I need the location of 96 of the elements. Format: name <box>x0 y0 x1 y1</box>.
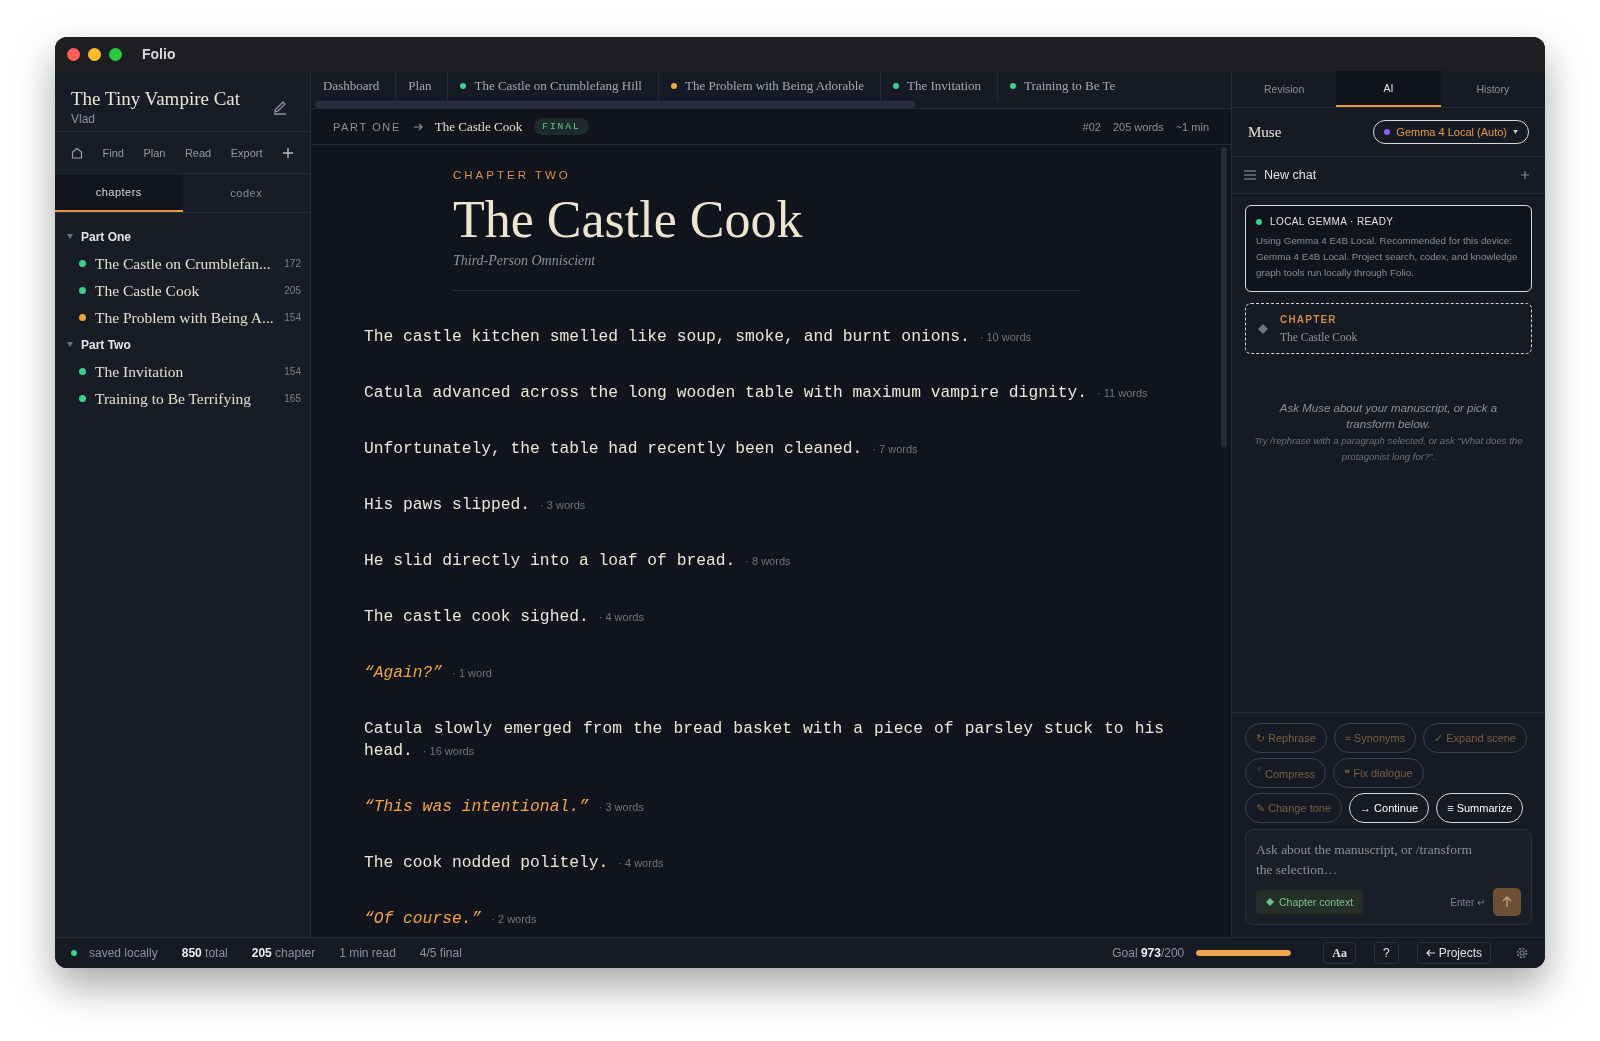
paragraph: Catula advanced across the long wooden table with maximum vampire dignity. · 11 words <box>364 382 1149 404</box>
point-of-view: Third-Person Omniscient <box>453 253 597 269</box>
close-button[interactable] <box>67 47 80 61</box>
paragraph: The castle cook sighed. · 4 words <box>364 606 645 628</box>
menu-icon[interactable] <box>1244 170 1256 180</box>
chapter-number: #02 <box>1082 120 1101 133</box>
word-count: 205 words <box>1112 120 1164 133</box>
assistant-name: Muse <box>1248 123 1282 141</box>
empty-hint: Ask Muse about your manuscript, or pick a transform below. <box>1278 401 1499 432</box>
paragraph: He slid directly into a loaf of bread. · 8 words <box>364 550 792 572</box>
reading-time: ~1 min <box>1175 120 1209 133</box>
status-badge: FINAL <box>534 118 589 135</box>
send-button[interactable] <box>1493 888 1521 916</box>
breadcrumb-part[interactable]: PART ONE <box>333 120 401 133</box>
tab-label: The Invitation <box>907 78 982 94</box>
window-title: Folio <box>142 46 176 62</box>
context-value: The Castle Cook <box>1280 331 1358 343</box>
breadcrumb-chapter: The Castle Cook <box>434 118 523 135</box>
diamond-icon <box>1258 323 1268 334</box>
help-button[interactable]: ? <box>1373 942 1399 964</box>
chapter-title: The Invitation <box>95 362 185 381</box>
chapter-title: The Castle Cook <box>95 281 201 300</box>
projects-button[interactable]: Projects <box>1416 942 1491 964</box>
stat-text: 850 total <box>181 946 228 960</box>
diamond-icon <box>1266 898 1274 906</box>
paragraph: His paws slipped. · 3 words <box>364 494 587 516</box>
caret-icon[interactable] <box>67 234 73 239</box>
panel-tab[interactable]: History <box>1440 71 1545 107</box>
chapter-item[interactable]: The Invitation 154 <box>55 358 310 385</box>
stat-text: 4/5 final <box>419 946 462 960</box>
word-count: 154 <box>284 366 301 377</box>
add-icon[interactable] <box>1521 171 1529 179</box>
paragraph: “Of course.” · 2 words <box>364 908 538 930</box>
scrollbar-thumb[interactable] <box>315 101 915 108</box>
add-icon[interactable] <box>281 146 294 159</box>
paragraph: “Again?” · 1 word <box>364 662 493 684</box>
minimize-button[interactable] <box>88 47 101 61</box>
paragraph: “This was intentional.” · 3 words <box>364 796 645 818</box>
word-count: 172 <box>284 258 301 269</box>
paragraph: The castle kitchen smelled like soup, smoke, and burnt onions. · 10 words <box>364 326 1033 348</box>
chapter-title: The Problem with Being A... <box>95 308 275 327</box>
chat-title[interactable]: New chat <box>1264 168 1513 182</box>
sidebar-tab[interactable]: chapters <box>55 174 183 212</box>
chapter-item[interactable]: The Castle Cook 205 <box>55 277 310 304</box>
chapter-heading: The Castle Cook <box>453 190 804 250</box>
nav-link[interactable]: Export <box>230 146 263 159</box>
save-status: saved locally <box>89 946 158 960</box>
chapter-label: CHAPTER TWO <box>453 169 572 181</box>
arrow-left-icon <box>1425 948 1436 958</box>
tab-label: The Castle on Crumblefang Hill <box>474 78 642 94</box>
nav-link[interactable]: Read <box>184 146 212 159</box>
caret-icon[interactable] <box>67 342 73 347</box>
paragraph: Unfortunately, the table had recently been cleaned. · 7 words <box>364 438 919 460</box>
tab-label: Dashboard <box>323 78 380 94</box>
word-count: 165 <box>284 393 301 404</box>
caret-icon <box>1513 130 1518 134</box>
chapter-title: Training to Be Terrifying <box>95 389 253 408</box>
arrow-up-icon <box>1501 896 1513 908</box>
tab-label: Training to Be Te <box>1024 78 1116 94</box>
panel-tab[interactable]: Revision <box>1232 71 1337 107</box>
zoom-button[interactable] <box>109 47 122 61</box>
nav-link[interactable]: Find <box>102 146 124 159</box>
status-title: LOCAL GEMMA · READY <box>1270 216 1394 227</box>
stat-text: 205 chapter <box>251 946 316 960</box>
chapter-item[interactable]: The Problem with Being A... 154 <box>55 304 310 331</box>
goal-text: Goal 973/200 <box>1112 946 1185 960</box>
paragraph: The cook nodded politely. · 4 words <box>364 852 665 874</box>
context-label: CHAPTER <box>1280 314 1338 325</box>
chapter-title: The Castle on Crumblefan... <box>95 254 272 273</box>
pencil-icon[interactable] <box>272 99 288 115</box>
settings-icon[interactable] <box>1515 946 1529 960</box>
editor-tab[interactable]: Training to Be Te <box>998 71 1116 101</box>
sidebar-tab[interactable]: codex <box>182 174 310 212</box>
stat-text: 1 min read <box>339 946 396 960</box>
book-title: The Tiny Vampire Cat <box>71 88 241 110</box>
chapter-item[interactable]: Training to Be Terrifying 165 <box>55 385 310 412</box>
chapter-item[interactable]: The Castle on Crumblefan... 172 <box>55 250 310 277</box>
paragraph: Catula slowly emerged from the bread basket with a piece of parsley stuck to his head. · 16 words <box>364 718 1164 762</box>
part-title[interactable]: Part One <box>81 229 131 244</box>
part-title[interactable]: Part Two <box>81 337 131 352</box>
status-text: Using Gemma 4 E4B Local. Recommended for this device: Gemma 4 E4B Local. Project search, codex, and knowledge graph tools run locally through Folio. <box>1256 234 1519 280</box>
author-name: Vlad <box>71 112 97 126</box>
tab-label: Plan <box>408 78 432 94</box>
shortcut-hint: Enter ↵ <box>1450 896 1485 908</box>
word-count: 154 <box>284 312 301 323</box>
nav-link[interactable]: Plan <box>143 146 166 159</box>
panel-tab[interactable]: AI <box>1336 71 1441 107</box>
scrollbar-thumb[interactable] <box>1221 147 1227 447</box>
font-button[interactable]: Aa <box>1323 942 1356 964</box>
hint-detail: Try /rephrase with a paragraph selected, or ask “What does the protagonist long for?”. <box>1253 434 1524 464</box>
message-field[interactable]: Ask about the manuscript, or /transform the selection… Chapter context Enter ↵ <box>1245 829 1532 925</box>
tab-label: The Problem with Being Adorable <box>685 78 865 94</box>
arrow-icon <box>412 121 423 132</box>
word-count: 205 <box>284 285 301 296</box>
context-chip[interactable]: Chapter context <box>1256 890 1364 914</box>
home-icon[interactable] <box>71 146 83 159</box>
